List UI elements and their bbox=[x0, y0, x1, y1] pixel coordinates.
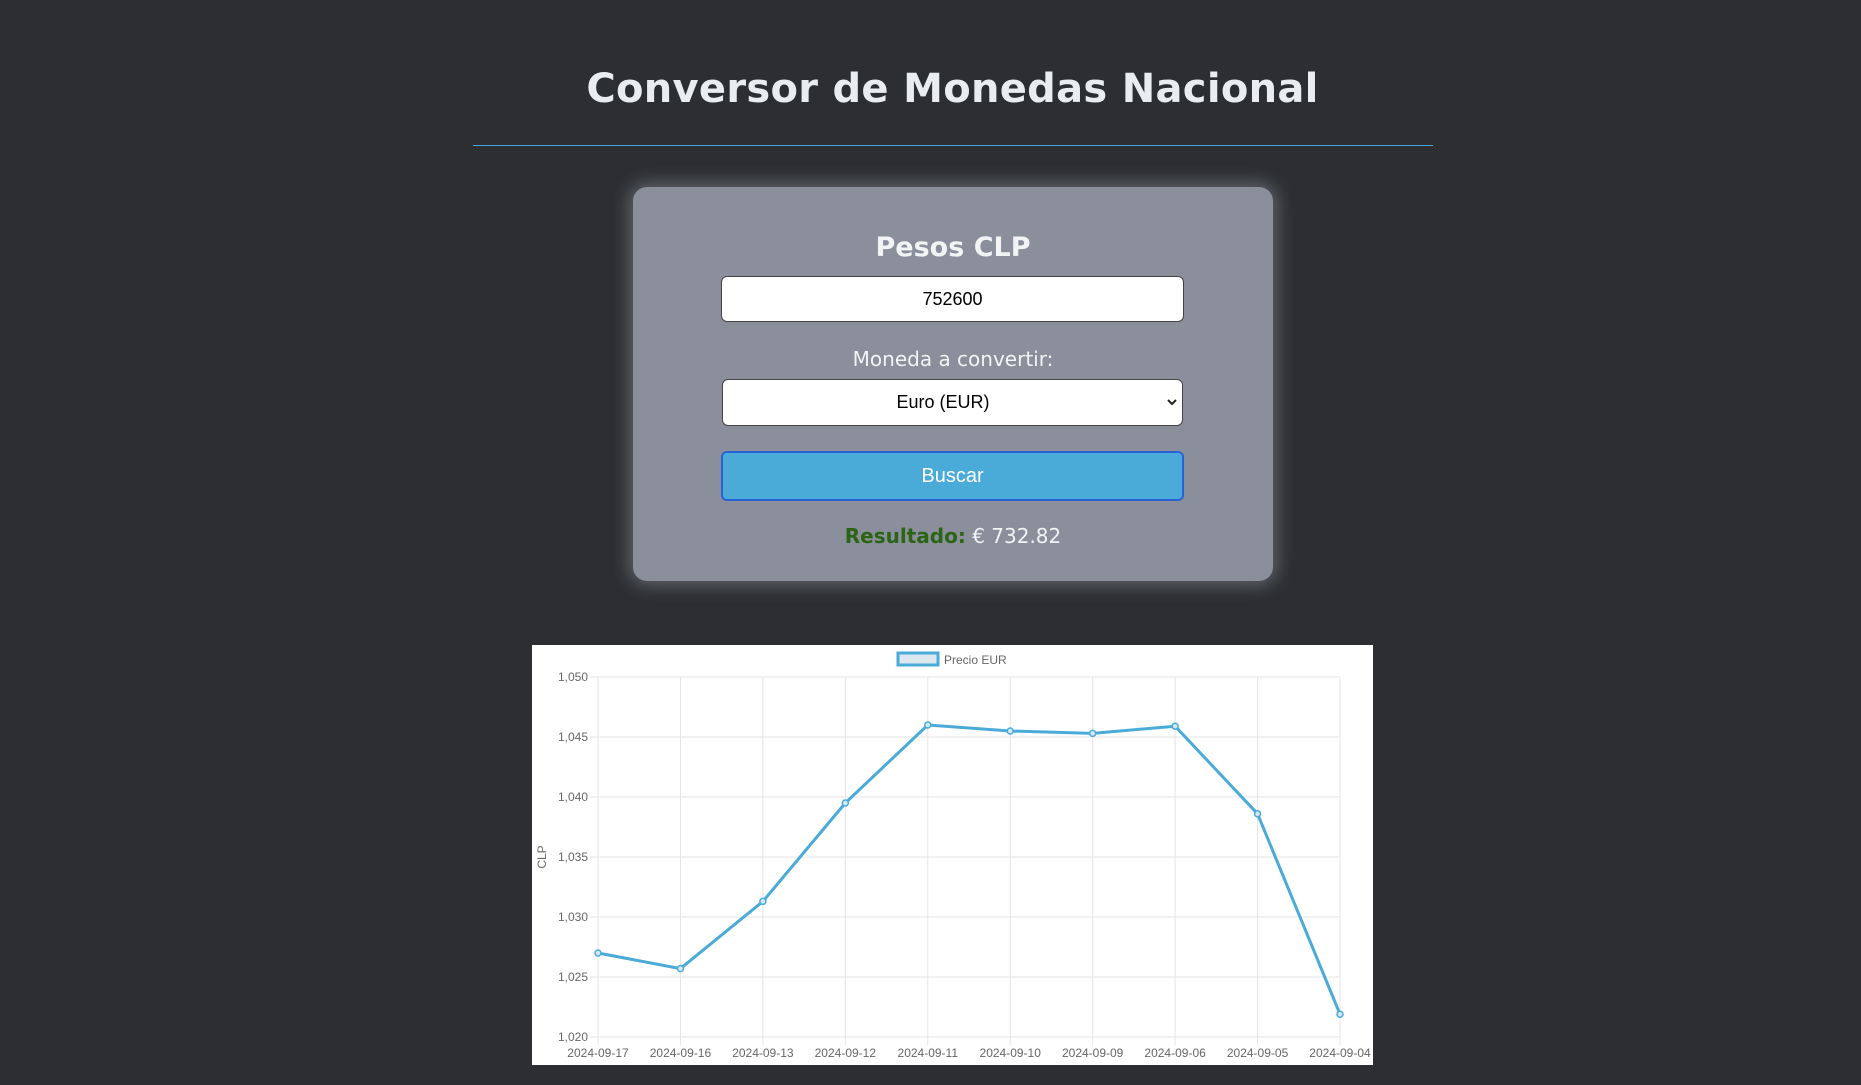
y-tick-label: 1,020 bbox=[558, 1030, 588, 1044]
data-point bbox=[594, 949, 602, 957]
data-point bbox=[1171, 722, 1179, 730]
y-tick-label: 1,040 bbox=[558, 790, 588, 804]
x-tick-label: 2024-09-10 bbox=[980, 1046, 1042, 1060]
y-tick-label: 1,025 bbox=[558, 970, 588, 984]
currency-select-value: Euro (EUR) bbox=[896, 392, 990, 412]
y-tick-label: 1,050 bbox=[558, 670, 588, 684]
currency-select[interactable]: Euro (EUR) bbox=[722, 379, 1183, 426]
data-point bbox=[1336, 1010, 1344, 1018]
result-label: Resultado: bbox=[844, 524, 966, 548]
y-tick-label: 1,030 bbox=[558, 910, 588, 924]
chart-canvas: 1,020 1,025 1,030 1,035 1,040 1,045 1,050 2024-… bbox=[535, 651, 1371, 1060]
data-point bbox=[676, 964, 685, 973]
data-point bbox=[1253, 810, 1262, 818]
y-tick-label: 1,045 bbox=[558, 730, 588, 744]
x-tick-label: 2024-09-17 bbox=[567, 1046, 629, 1060]
amount-label: Pesos CLP bbox=[875, 232, 1031, 263]
y-tick-label: 1,035 bbox=[558, 850, 588, 864]
legend-label: Precio EUR bbox=[944, 653, 1007, 667]
x-tick-label: 2024-09-12 bbox=[815, 1046, 877, 1060]
converter-card: Pesos CLP Moneda a convertir: Euro (EUR)… bbox=[633, 187, 1273, 581]
x-tick-label: 2024-09-13 bbox=[732, 1046, 794, 1060]
search-button[interactable]: Buscar bbox=[721, 451, 1184, 501]
page-title: Conversor de Monedas Nacional bbox=[586, 66, 1319, 112]
result-value: € 732.82 bbox=[972, 524, 1062, 548]
data-point bbox=[924, 721, 932, 729]
x-tick-label: 2024-09-05 bbox=[1227, 1046, 1289, 1060]
y-axis-title: CLP bbox=[535, 845, 549, 868]
data-point bbox=[841, 799, 850, 807]
result-line: Resultado: € 732.82 bbox=[633, 524, 1273, 548]
amount-input[interactable] bbox=[721, 276, 1184, 322]
chevron-down-icon bbox=[1167, 399, 1177, 406]
price-chart: 1,020 1,025 1,030 1,035 1,040 1,045 1,050 2024-… bbox=[532, 645, 1373, 1065]
data-point bbox=[1088, 729, 1097, 738]
x-tick-label: 2024-09-11 bbox=[898, 1046, 959, 1060]
x-tick-label: 2024-09-09 bbox=[1062, 1046, 1124, 1060]
x-tick-label: 2024-09-06 bbox=[1144, 1046, 1206, 1060]
currency-label: Moneda a convertir: bbox=[852, 347, 1054, 371]
data-point bbox=[759, 897, 767, 906]
x-tick-label: 2024-09-16 bbox=[650, 1046, 712, 1060]
data-point bbox=[1006, 727, 1014, 735]
x-tick-label: 2024-09-04 bbox=[1309, 1046, 1371, 1060]
series-line bbox=[597, 723, 1342, 1015]
legend-swatch bbox=[896, 651, 940, 667]
title-divider bbox=[473, 145, 1433, 146]
